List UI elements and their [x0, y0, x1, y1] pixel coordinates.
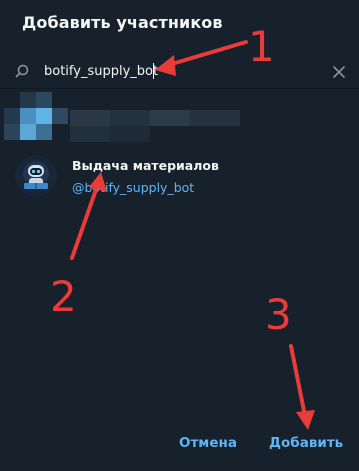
- dialog-title: Добавить участников: [22, 13, 223, 32]
- arrow-3: [289, 344, 307, 418]
- pixel-block: [190, 110, 240, 126]
- search-input[interactable]: [44, 60, 264, 82]
- pixelated-contact-row: [0, 88, 359, 144]
- pixel-block: [110, 110, 150, 126]
- pixel-block: [110, 126, 150, 142]
- annotation-number: 3: [265, 290, 292, 339]
- bot-avatar: [15, 155, 57, 197]
- pixel-block: [52, 108, 68, 124]
- add-members-dialog: Добавить участников botify_supply_bot Вы…: [0, 0, 359, 471]
- pixel-block: [70, 126, 110, 142]
- pixel-block: [20, 108, 36, 124]
- pixel-block: [20, 92, 36, 108]
- arrow-3-head: [296, 410, 315, 430]
- search-bar: [0, 56, 359, 88]
- add-button[interactable]: Добавить: [269, 432, 343, 454]
- contact-list-item[interactable]: Выдача материалов @botify_supply_bot: [0, 150, 359, 200]
- text-caret: [153, 63, 154, 79]
- pixel-block: [4, 108, 20, 124]
- pixel-block: [36, 92, 52, 108]
- annotation-number: 2: [50, 272, 77, 321]
- cancel-button[interactable]: Отмена: [179, 432, 237, 454]
- pixel-block: [20, 124, 36, 140]
- search-icon: [15, 64, 29, 78]
- contact-name: Выдача материалов: [72, 158, 219, 173]
- robot-icon: [15, 155, 57, 197]
- pixel-block: [70, 110, 110, 126]
- pixel-block: [4, 124, 20, 140]
- close-icon[interactable]: [331, 64, 347, 80]
- contact-username: @botify_supply_bot: [72, 180, 195, 195]
- pixel-block: [36, 124, 52, 140]
- pixel-block: [36, 108, 52, 124]
- pixel-block: [150, 110, 190, 126]
